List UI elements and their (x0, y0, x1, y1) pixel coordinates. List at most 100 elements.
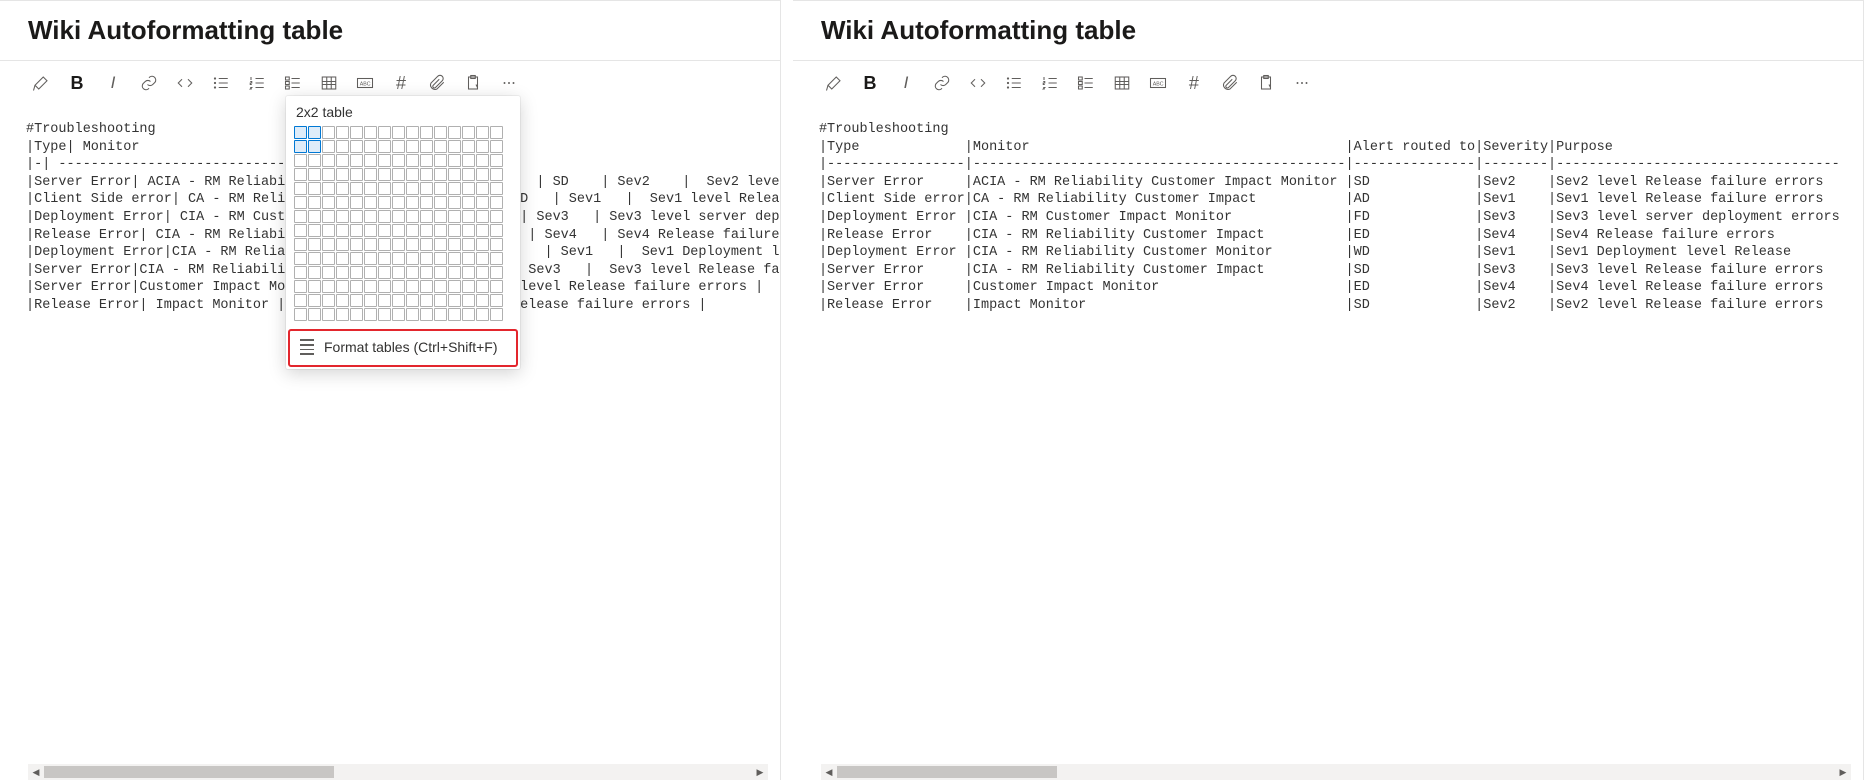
table-grid-cell[interactable] (448, 182, 461, 195)
table-grid-cell[interactable] (364, 224, 377, 237)
table-grid-cell[interactable] (308, 308, 321, 321)
table-grid-cell[interactable] (336, 210, 349, 223)
hscrollbar-left[interactable]: ◀ ▶ (28, 764, 768, 780)
scroll-track-right[interactable] (837, 764, 1835, 780)
page-title-left[interactable]: Wiki Autoformatting table (20, 7, 760, 50)
table-grid-cell[interactable] (490, 238, 503, 251)
table-grid-cell[interactable] (448, 168, 461, 181)
table-grid-cell[interactable] (406, 294, 419, 307)
table-grid-cell[interactable] (434, 266, 447, 279)
table-button[interactable] (1107, 69, 1137, 97)
table-grid-cell[interactable] (364, 140, 377, 153)
table-grid-cell[interactable] (378, 140, 391, 153)
table-grid-cell[interactable] (350, 168, 363, 181)
table-grid-cell[interactable] (364, 182, 377, 195)
table-grid-cell[interactable] (350, 252, 363, 265)
table-grid-cell[interactable] (336, 280, 349, 293)
table-grid-cell[interactable] (490, 252, 503, 265)
table-grid-cell[interactable] (406, 168, 419, 181)
table-grid-cell[interactable] (448, 308, 461, 321)
scroll-thumb-right[interactable] (837, 766, 1057, 778)
table-grid-cell[interactable] (364, 126, 377, 139)
table-grid-cell[interactable] (462, 266, 475, 279)
scroll-left-arrow[interactable]: ◀ (821, 764, 837, 780)
checklist-button[interactable] (1071, 69, 1101, 97)
table-grid-cell[interactable] (462, 238, 475, 251)
table-grid-cell[interactable] (336, 168, 349, 181)
bold-button[interactable]: B (62, 69, 92, 97)
table-grid-cell[interactable] (490, 196, 503, 209)
table-grid-cell[interactable] (420, 252, 433, 265)
table-grid-cell[interactable] (364, 308, 377, 321)
table-grid-cell[interactable] (294, 210, 307, 223)
table-grid-cell[interactable] (490, 294, 503, 307)
table-grid-cell[interactable] (476, 294, 489, 307)
table-grid-cell[interactable] (476, 266, 489, 279)
table-grid-cell[interactable] (462, 252, 475, 265)
scroll-right-arrow[interactable]: ▶ (1835, 764, 1851, 780)
table-grid-cell[interactable] (322, 238, 335, 251)
table-grid-cell[interactable] (364, 168, 377, 181)
table-grid-cell[interactable] (420, 140, 433, 153)
table-grid-cell[interactable] (434, 280, 447, 293)
table-grid-cell[interactable] (448, 210, 461, 223)
table-grid-cell[interactable] (322, 252, 335, 265)
header-button[interactable]: # (386, 69, 416, 97)
table-grid-cell[interactable] (420, 238, 433, 251)
table-grid-cell[interactable] (378, 238, 391, 251)
table-grid-cell[interactable] (364, 196, 377, 209)
table-grid-cell[interactable] (476, 168, 489, 181)
table-grid-cell[interactable] (308, 252, 321, 265)
table-grid-cell[interactable] (420, 308, 433, 321)
table-grid-cell[interactable] (420, 210, 433, 223)
table-button[interactable] (314, 69, 344, 97)
table-grid-cell[interactable] (378, 224, 391, 237)
table-grid-cell[interactable] (490, 308, 503, 321)
table-grid-cell[interactable] (434, 224, 447, 237)
table-grid-cell[interactable] (448, 238, 461, 251)
format-tables-option[interactable]: Format tables (Ctrl+Shift+F) (288, 329, 518, 367)
table-grid-cell[interactable] (434, 154, 447, 167)
table-grid-cell[interactable] (392, 224, 405, 237)
table-grid-cell[interactable] (392, 140, 405, 153)
format-painter-icon[interactable] (819, 69, 849, 97)
table-grid-cell[interactable] (350, 210, 363, 223)
table-grid-cell[interactable] (322, 280, 335, 293)
table-grid-cell[interactable] (364, 154, 377, 167)
table-grid-cell[interactable] (448, 280, 461, 293)
table-grid-cell[interactable] (350, 308, 363, 321)
table-grid-cell[interactable] (392, 266, 405, 279)
table-grid-cell[interactable] (350, 196, 363, 209)
table-grid-cell[interactable] (434, 308, 447, 321)
table-grid-cell[interactable] (378, 252, 391, 265)
table-grid-cell[interactable] (448, 224, 461, 237)
table-grid-cell[interactable] (476, 210, 489, 223)
more-button[interactable] (1287, 69, 1317, 97)
table-grid-cell[interactable] (378, 182, 391, 195)
link-button[interactable] (927, 69, 957, 97)
table-grid-cell[interactable] (490, 224, 503, 237)
table-grid-cell[interactable] (406, 196, 419, 209)
table-grid-cell[interactable] (294, 308, 307, 321)
table-grid-cell[interactable] (378, 168, 391, 181)
table-grid-cell[interactable] (308, 168, 321, 181)
table-grid-cell[interactable] (420, 168, 433, 181)
link-button[interactable] (134, 69, 164, 97)
table-grid-cell[interactable] (336, 294, 349, 307)
table-grid-cell[interactable] (308, 224, 321, 237)
more-button[interactable] (494, 69, 524, 97)
table-grid-cell[interactable] (392, 210, 405, 223)
table-grid-cell[interactable] (490, 154, 503, 167)
table-grid-cell[interactable] (462, 308, 475, 321)
table-grid-cell[interactable] (434, 252, 447, 265)
table-grid-cell[interactable] (392, 252, 405, 265)
table-grid-cell[interactable] (490, 140, 503, 153)
table-grid-cell[interactable] (476, 126, 489, 139)
table-grid-cell[interactable] (364, 210, 377, 223)
table-grid-cell[interactable] (308, 182, 321, 195)
table-grid-cell[interactable] (308, 140, 321, 153)
table-grid-cell[interactable] (406, 280, 419, 293)
table-grid-cell[interactable] (420, 294, 433, 307)
table-grid-cell[interactable] (434, 196, 447, 209)
table-grid-cell[interactable] (322, 154, 335, 167)
